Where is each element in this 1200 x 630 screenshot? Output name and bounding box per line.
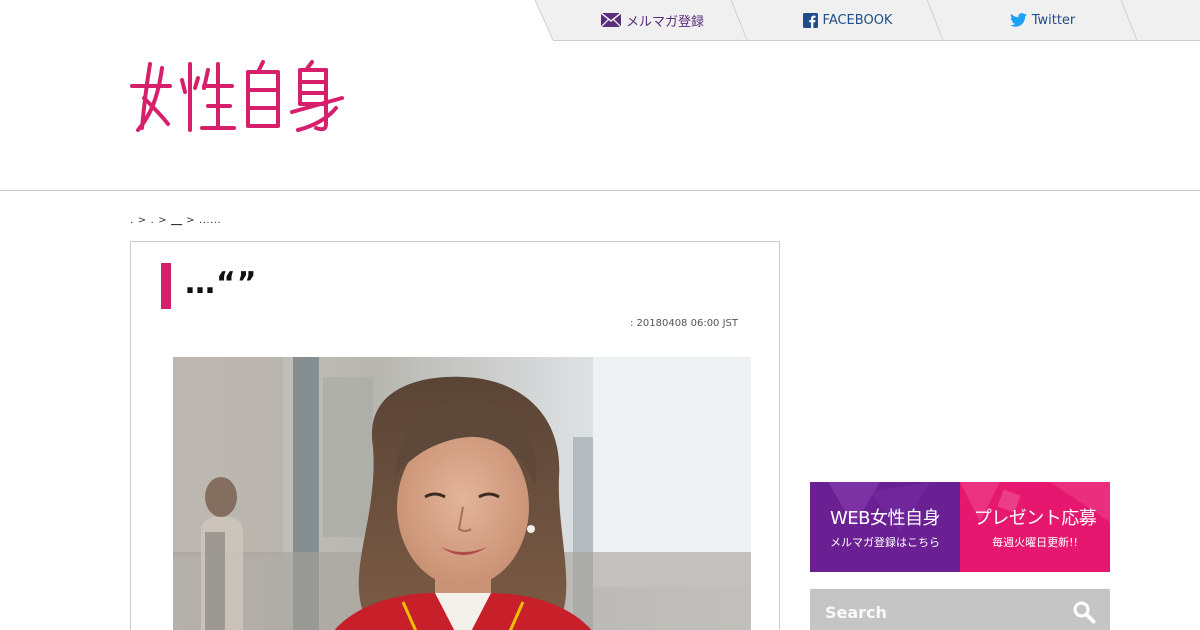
present-banner[interactable]: プレゼント応募 毎週火曜日更新!! xyxy=(960,482,1110,572)
facebook-link[interactable]: FACEBOOK xyxy=(750,0,945,40)
mail-banner-title: WEB女性自身 xyxy=(829,508,941,529)
article-photo-image xyxy=(173,357,751,630)
article-card: …“” : 20180408 06:00 JST xyxy=(130,241,780,630)
mail-magazine-link[interactable]: メルマガ登録 xyxy=(555,0,750,40)
twitter-link[interactable]: Twitter xyxy=(945,0,1140,40)
breadcrumb: . > . > __ > ...... xyxy=(130,215,221,226)
breadcrumb-current: ...... xyxy=(199,215,222,226)
present-banner-title: プレゼント応募 xyxy=(973,508,1097,529)
present-banner-subtitle: 毎週火曜日更新!! xyxy=(992,536,1078,549)
twitter-label: Twitter xyxy=(1031,12,1076,28)
mail-magazine-label: メルマガ登録 xyxy=(625,14,704,30)
facebook-label: FACEBOOK xyxy=(822,12,893,28)
article-title: …“” xyxy=(185,266,258,301)
mail-magazine-banner[interactable]: WEB女性自身 メルマガ登録はこちら xyxy=(810,482,960,572)
top-nav: メルマガ登録 FACEBOOK Twitter xyxy=(535,0,1200,41)
header-divider xyxy=(0,190,1200,191)
breadcrumb-separator: > xyxy=(137,215,147,226)
breadcrumb-category[interactable]: . xyxy=(151,215,155,226)
search-box xyxy=(810,589,1110,630)
site-logo[interactable] xyxy=(128,58,350,134)
mail-banner-subtitle: メルマガ登録はこちら xyxy=(830,536,940,549)
search-icon[interactable] xyxy=(1072,600,1096,624)
title-accent-bar xyxy=(161,263,171,309)
logo-mark xyxy=(130,60,344,132)
article-date: : 20180408 06:00 JST xyxy=(629,318,738,329)
article-photo xyxy=(173,357,751,630)
promo-banner: WEB女性自身 メルマガ登録はこちら プレゼント応募 毎週火曜日更新!! xyxy=(810,482,1110,572)
twitter-icon xyxy=(1009,13,1027,27)
breadcrumb-subcategory[interactable]: __ xyxy=(171,215,182,226)
breadcrumb-separator: > xyxy=(186,215,196,226)
mail-icon xyxy=(600,13,621,27)
facebook-icon xyxy=(802,12,818,28)
breadcrumb-home[interactable]: . xyxy=(130,215,134,226)
breadcrumb-separator: > xyxy=(158,215,168,226)
search-input[interactable] xyxy=(810,589,1060,630)
